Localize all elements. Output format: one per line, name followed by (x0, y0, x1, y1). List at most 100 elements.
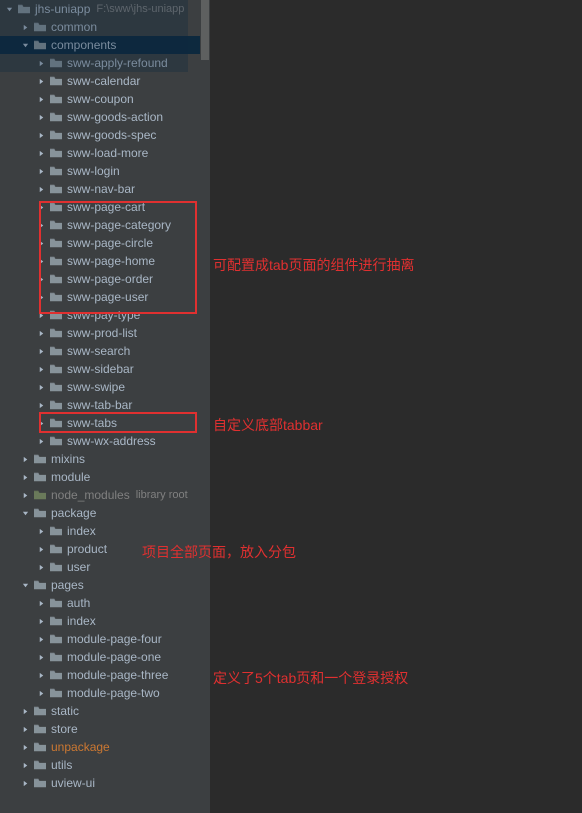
expand-arrow-icon[interactable] (36, 166, 46, 176)
expand-arrow-icon[interactable] (36, 112, 46, 122)
tree-item-module-page-four[interactable]: module-page-four (0, 630, 210, 648)
project-tree[interactable]: jhs-uniappF:\sww\jhs-uniappcommoncompone… (0, 0, 210, 813)
tree-item-sww-page-user[interactable]: sww-page-user (0, 288, 210, 306)
expand-arrow-icon[interactable] (36, 274, 46, 284)
expand-arrow-icon[interactable] (20, 472, 30, 482)
tree-item-module[interactable]: module (0, 468, 210, 486)
expand-arrow-icon[interactable] (20, 760, 30, 770)
expand-arrow-icon[interactable] (36, 202, 46, 212)
expand-arrow-icon[interactable] (36, 76, 46, 86)
tree-item-sww-page-order[interactable]: sww-page-order (0, 270, 210, 288)
scrollbar-thumb[interactable] (201, 0, 209, 60)
expand-arrow-icon[interactable] (36, 94, 46, 104)
tree-item-store[interactable]: store (0, 720, 210, 738)
tree-item-sww-goods-spec[interactable]: sww-goods-spec (0, 126, 210, 144)
expand-arrow-icon[interactable] (36, 364, 46, 374)
expand-arrow-icon[interactable] (36, 598, 46, 608)
expand-arrow-icon[interactable] (36, 562, 46, 572)
folder-icon (48, 596, 64, 610)
expand-arrow-icon[interactable] (36, 220, 46, 230)
scrollbar-track[interactable] (200, 0, 210, 813)
expand-arrow-icon[interactable] (20, 724, 30, 734)
tree-item-sww-goods-action[interactable]: sww-goods-action (0, 108, 210, 126)
tree-item-components[interactable]: components (0, 36, 210, 54)
tree-item-sww-page-home[interactable]: sww-page-home (0, 252, 210, 270)
expand-arrow-icon[interactable] (36, 634, 46, 644)
expand-arrow-icon[interactable] (36, 292, 46, 302)
expand-arrow-icon[interactable] (20, 40, 30, 50)
expand-arrow-icon[interactable] (36, 526, 46, 536)
tree-item-module-page-two[interactable]: module-page-two (0, 684, 210, 702)
tree-item-suffix: library root (136, 489, 188, 501)
tree-item-label: sww-login (67, 164, 120, 178)
tree-item-sww-load-more[interactable]: sww-load-more (0, 144, 210, 162)
expand-arrow-icon[interactable] (20, 490, 30, 500)
tree-item-sww-search[interactable]: sww-search (0, 342, 210, 360)
tree-item-module-page-three[interactable]: module-page-three (0, 666, 210, 684)
expand-arrow-icon[interactable] (20, 22, 30, 32)
tree-item-sww-wx-address[interactable]: sww-wx-address (0, 432, 210, 450)
expand-arrow-icon[interactable] (36, 436, 46, 446)
tree-item-sww-login[interactable]: sww-login (0, 162, 210, 180)
tree-item-sww-page-cart[interactable]: sww-page-cart (0, 198, 210, 216)
tree-item-user[interactable]: user (0, 558, 210, 576)
expand-arrow-icon[interactable] (36, 184, 46, 194)
expand-arrow-icon[interactable] (36, 148, 46, 158)
expand-arrow-icon[interactable] (36, 616, 46, 626)
tree-item-sww-prod-list[interactable]: sww-prod-list (0, 324, 210, 342)
expand-arrow-icon[interactable] (20, 580, 30, 590)
expand-arrow-icon[interactable] (20, 778, 30, 788)
expand-arrow-icon[interactable] (36, 328, 46, 338)
tree-item-utils[interactable]: utils (0, 756, 210, 774)
annotation-text-4: 定义了5个tab页和一个登录授权 (213, 668, 408, 688)
tree-item-static[interactable]: static (0, 702, 210, 720)
tree-item-sww-sidebar[interactable]: sww-sidebar (0, 360, 210, 378)
tree-item-auth[interactable]: auth (0, 594, 210, 612)
folder-icon (32, 776, 48, 790)
folder-icon (48, 416, 64, 430)
expand-arrow-icon[interactable] (36, 544, 46, 554)
tree-item-pages[interactable]: pages (0, 576, 210, 594)
tree-item-label: module-page-four (67, 632, 162, 646)
expand-arrow-icon[interactable] (36, 130, 46, 140)
expand-arrow-icon[interactable] (36, 256, 46, 266)
expand-arrow-icon[interactable] (36, 58, 46, 68)
expand-arrow-icon[interactable] (36, 652, 46, 662)
tree-item-sww-nav-bar[interactable]: sww-nav-bar (0, 180, 210, 198)
tree-item-sww-tab-bar[interactable]: sww-tab-bar (0, 396, 210, 414)
tree-item-sww-page-category[interactable]: sww-page-category (0, 216, 210, 234)
tree-item-package[interactable]: package (0, 504, 210, 522)
expand-arrow-icon[interactable] (36, 382, 46, 392)
tree-item-mixins[interactable]: mixins (0, 450, 210, 468)
expand-arrow-icon[interactable] (36, 346, 46, 356)
tree-item-sww-pay-type[interactable]: sww-pay-type (0, 306, 210, 324)
expand-arrow-icon[interactable] (36, 310, 46, 320)
expand-arrow-icon[interactable] (4, 4, 14, 14)
folder-icon (32, 506, 48, 520)
tree-item-unpackage[interactable]: unpackage (0, 738, 210, 756)
tree-item-node_modules[interactable]: node_moduleslibrary root (0, 486, 210, 504)
tree-item-sww-swipe[interactable]: sww-swipe (0, 378, 210, 396)
expand-arrow-icon[interactable] (36, 238, 46, 248)
tree-item-index[interactable]: index (0, 612, 210, 630)
expand-arrow-icon[interactable] (36, 670, 46, 680)
folder-icon (32, 488, 48, 502)
tree-item-module-page-one[interactable]: module-page-one (0, 648, 210, 666)
tree-item-sww-tabs[interactable]: sww-tabs (0, 414, 210, 432)
tree-item-uview-ui[interactable]: uview-ui (0, 774, 210, 792)
tree-item-common[interactable]: common (0, 18, 210, 36)
tree-item-product[interactable]: product (0, 540, 210, 558)
expand-arrow-icon[interactable] (20, 454, 30, 464)
tree-item-index[interactable]: index (0, 522, 210, 540)
tree-item-sww-apply-refound[interactable]: sww-apply-refound (0, 54, 210, 72)
expand-arrow-icon[interactable] (20, 742, 30, 752)
expand-arrow-icon[interactable] (20, 508, 30, 518)
expand-arrow-icon[interactable] (36, 400, 46, 410)
tree-item-jhs-uniapp[interactable]: jhs-uniappF:\sww\jhs-uniapp (0, 0, 210, 18)
expand-arrow-icon[interactable] (20, 706, 30, 716)
expand-arrow-icon[interactable] (36, 688, 46, 698)
expand-arrow-icon[interactable] (36, 418, 46, 428)
tree-item-sww-coupon[interactable]: sww-coupon (0, 90, 210, 108)
tree-item-sww-page-circle[interactable]: sww-page-circle (0, 234, 210, 252)
tree-item-sww-calendar[interactable]: sww-calendar (0, 72, 210, 90)
